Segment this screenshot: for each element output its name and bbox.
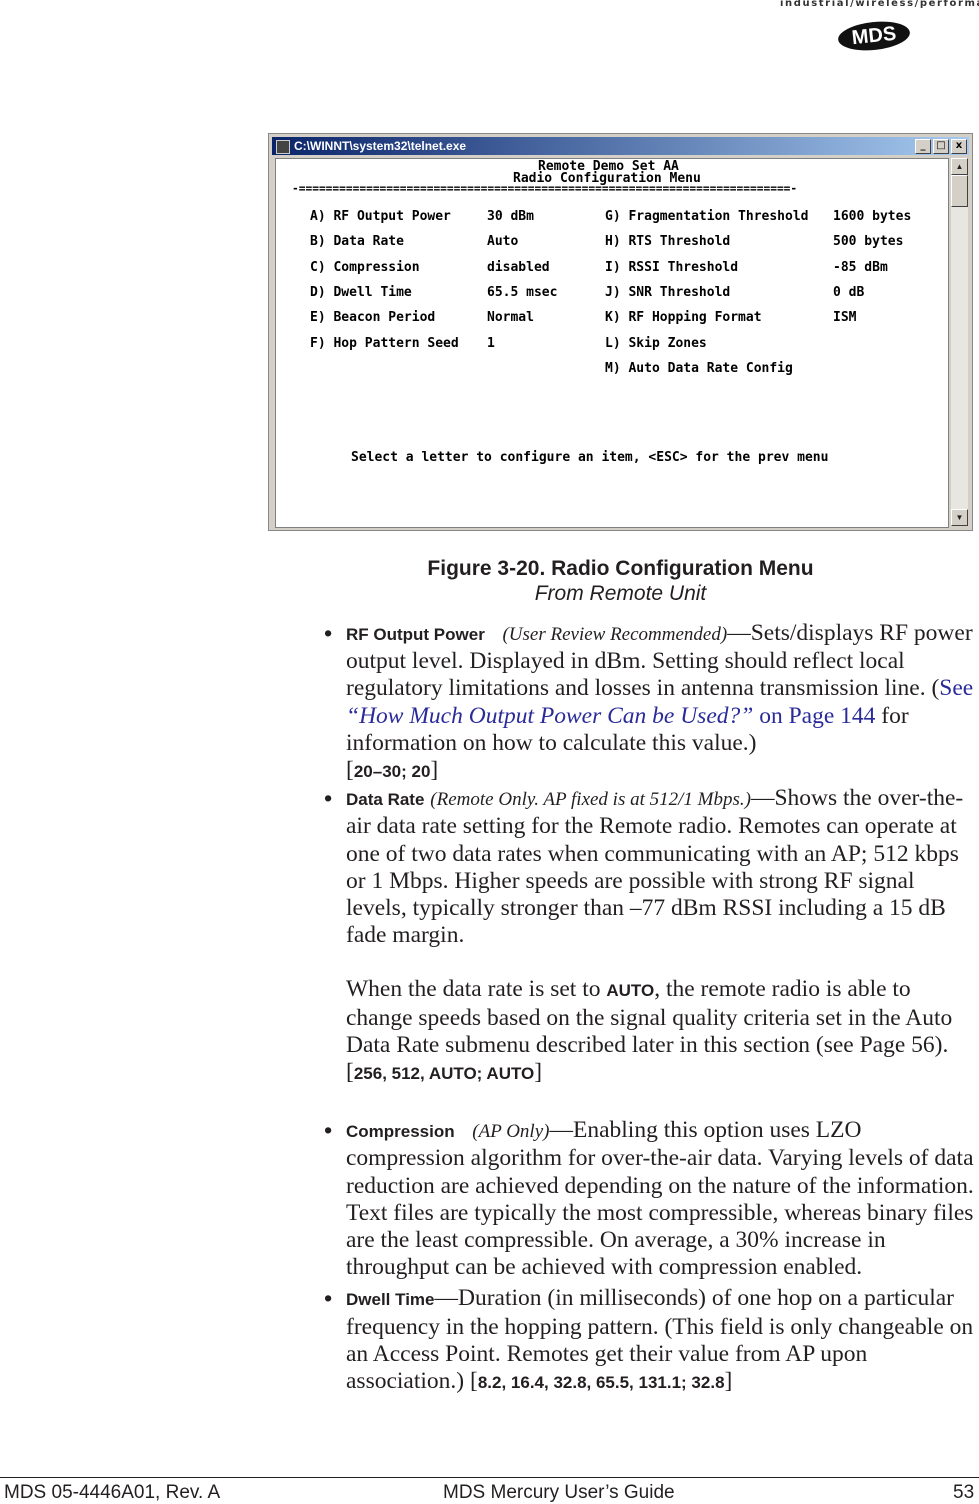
- item-note: (User Review Recommended): [502, 624, 728, 645]
- item-keyword: Compression: [346, 1122, 455, 1142]
- menu-option-label: A) RF Output Power: [310, 209, 451, 224]
- list-item-compression: • Compression (AP Only)—Enabling this opt…: [324, 1117, 974, 1281]
- menu-option-value: 1: [487, 336, 495, 351]
- menu-option-label: D) Dwell Time: [310, 285, 412, 300]
- item-values: 8.2, 16.4, 32.8, 65.5, 131.1; 32.8: [477, 1373, 725, 1393]
- menu-option-label: I) RSSI Threshold: [605, 260, 739, 275]
- menu-option-label: J) SNR Threshold: [605, 285, 731, 300]
- scrollbar-thumb[interactable]: [951, 175, 968, 207]
- figure-subtitle: From Remote Unit: [534, 582, 707, 605]
- menu-option-value: 0 dB: [833, 285, 865, 300]
- menu-option-value: disabled: [487, 260, 550, 275]
- item-note: (Remote Only. AP fixed is at 512/1 Mbps.…: [430, 789, 751, 811]
- list-item-data-rate: • Data Rate (Remote Only. AP fixed is at …: [324, 785, 964, 949]
- menu-option-value: Auto: [487, 234, 519, 249]
- item-text: —Enabling this option uses LZO compressi…: [346, 1117, 974, 1281]
- menu-option-label: K) RF Hopping Format: [605, 310, 762, 325]
- menu-option-label: C) Compression: [310, 260, 420, 275]
- item-keyword: Data Rate: [346, 790, 425, 810]
- menu-option-value: 1600 bytes: [833, 209, 912, 224]
- mds-logo: MDS: [836, 18, 912, 54]
- menu-option-label: H) RTS Threshold: [605, 234, 731, 249]
- footer-rule: [0, 1477, 979, 1478]
- window-title: C:\WINNT\system32\telnet.exe: [294, 139, 467, 153]
- document-page: industrial/wireless/performance MDS C:\W…: [0, 0, 979, 1504]
- footer-doc-number: MDS 05-4446A01, Rev. A: [4, 1482, 221, 1503]
- menu-option-value: 500 bytes: [833, 234, 904, 249]
- minimize-button[interactable]: _: [915, 139, 931, 154]
- menu-option-label: L) Skip Zones: [605, 336, 707, 351]
- maximize-button[interactable]: □: [933, 139, 949, 154]
- footer-title: MDS Mercury User’s Guide: [443, 1482, 675, 1503]
- menu-option-label: G) Fragmentation Threshold: [605, 209, 809, 224]
- list-item-rf-output-power: • RF Output Power (User Review Recommende…: [324, 620, 974, 784]
- vertical-scrollbar[interactable]: ▲ ▼: [951, 158, 968, 526]
- close-button[interactable]: x: [951, 139, 967, 154]
- telnet-window: C:\WINNT\system32\telnet.exe _ □ x Remot…: [268, 133, 973, 531]
- menu-option-value: ISM: [833, 310, 857, 325]
- data-rate-auto-paragraph: When the data rate is set to AUTO, the r…: [346, 976, 953, 1086]
- item-values: 256, 512, AUTO; AUTO: [353, 1064, 535, 1084]
- parameter-list: • RF Output Power (User Review Recommende…: [324, 620, 978, 1396]
- item-note: (AP Only): [472, 1121, 550, 1143]
- screen-prompt: Select a letter to configure an item, <E…: [351, 450, 829, 465]
- menu-option-value: Normal: [487, 310, 534, 325]
- item-keyword: Dwell Time: [346, 1290, 435, 1310]
- menu-option-value: 30 dBm: [487, 209, 534, 224]
- screen-divider: -=======================================…: [292, 182, 798, 195]
- scroll-up-arrow-icon[interactable]: ▲: [951, 158, 968, 175]
- terminal-screen: Remote Demo Set AA Radio Configuration M…: [275, 158, 949, 528]
- page-number: 53: [953, 1482, 975, 1503]
- item-keyword: RF Output Power: [346, 625, 485, 644]
- menu-option-value: -85 dBm: [833, 260, 888, 275]
- tagline: industrial/wireless/performance: [780, 0, 979, 9]
- menu-option-label: M) Auto Data Rate Config: [605, 361, 793, 376]
- list-item-dwell-time: • Dwell Time—Duration (in milliseconds) o…: [324, 1285, 974, 1395]
- menu-option-label: F) Hop Pattern Seed: [310, 336, 459, 351]
- window-titlebar: C:\WINNT\system32\telnet.exe _ □ x: [272, 137, 969, 155]
- figure-caption: Figure 3-20. Radio Configuration Menu: [427, 557, 814, 580]
- menu-option-label: B) Data Rate: [310, 234, 404, 249]
- item-values: 20–30; 20: [353, 762, 431, 782]
- scroll-down-arrow-icon[interactable]: ▼: [951, 509, 968, 526]
- menu-option-value: 65.5 msec: [487, 285, 558, 300]
- menu-option-label: E) Beacon Period: [310, 310, 436, 325]
- telnet-app-icon: [276, 140, 290, 154]
